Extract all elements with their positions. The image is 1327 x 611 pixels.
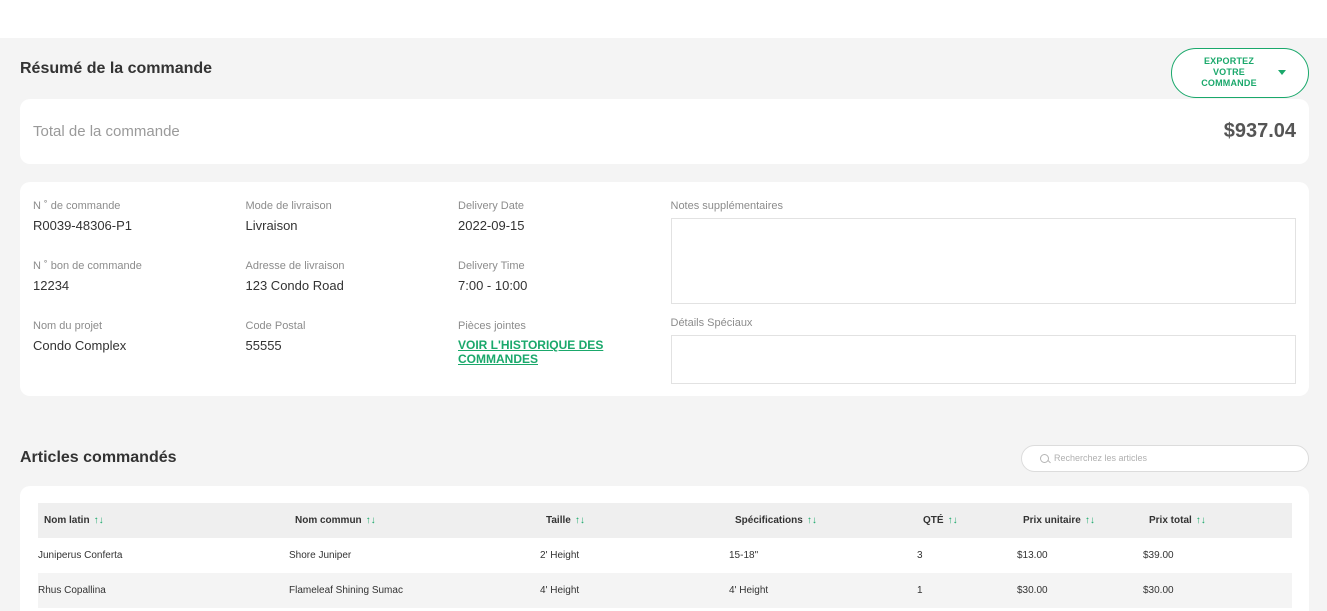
postal-code-field: Code Postal 55555 [246, 320, 459, 380]
sort-icon[interactable]: ↑↓ [366, 515, 376, 526]
sort-icon[interactable]: ↑↓ [1085, 515, 1095, 526]
attachments-field: Pièces jointes VOIR L'HISTORIQUE DES COM… [458, 320, 671, 380]
column-header-total-price[interactable]: Prix total ↑↓ [1143, 503, 1292, 538]
column-header-label: Nom commun [295, 515, 362, 526]
column-header-label: Spécifications [735, 515, 803, 526]
order-number-field: N ˚ de commande R0039-48306-P1 [33, 200, 246, 260]
details-column-1: N ˚ de commande R0039-48306-P1 N ˚ bon d… [33, 200, 246, 378]
cell-latin-name: Juniperus Conferta [38, 550, 123, 561]
sort-icon[interactable]: ↑↓ [575, 515, 585, 526]
delivery-time-value: 7:00 - 10:00 [458, 278, 528, 293]
cell-quantity: 1 [917, 585, 923, 596]
project-name-field: Nom du projet Condo Complex [33, 320, 246, 380]
additional-notes-label: Notes supplémentaires [670, 200, 784, 212]
cell-unit-price: $13.00 [1017, 550, 1048, 561]
order-total-card: Total de la commande $937.04 [20, 99, 1309, 164]
cell-total-price: $39.00 [1143, 550, 1174, 561]
column-header-unit-price[interactable]: Prix unitaire ↑↓ [1017, 503, 1143, 538]
order-summary-page: Résumé de la commande EXPORTEZ VOTRE COM… [0, 38, 1327, 611]
notes-column: Notes supplémentaires Détails Spéciaux [670, 200, 1296, 384]
summary-header: Résumé de la commande EXPORTEZ VOTRE COM… [20, 38, 1309, 99]
cell-specifications: 15-18" [729, 550, 759, 561]
sort-icon[interactable]: ↑↓ [807, 515, 817, 526]
column-header-common-name[interactable]: Nom commun ↑↓ [289, 503, 540, 538]
cell-common-name: Flameleaf Shining Sumac [289, 585, 403, 596]
column-header-label: Prix unitaire [1023, 515, 1081, 526]
order-total-label: Total de la commande [33, 123, 180, 140]
export-order-label: EXPORTEZ VOTRE COMMANDE [1201, 56, 1257, 88]
project-name-label: Nom du projet [33, 320, 103, 332]
delivery-date-field: Delivery Date 2022-09-15 [458, 200, 671, 260]
article-search-box[interactable] [1021, 444, 1309, 472]
po-number-label: N ˚ bon de commande [33, 260, 142, 272]
column-header-latin-name[interactable]: Nom latin ↑↓ [38, 503, 289, 538]
article-search-input[interactable] [1054, 453, 1294, 463]
column-header-specifications[interactable]: Spécifications ↑↓ [729, 503, 917, 538]
table-row: Rhus Copallina Flameleaf Shining Sumac 4… [38, 573, 1292, 608]
delivery-mode-field: Mode de livraison Livraison [246, 200, 459, 260]
delivery-time-field: Delivery Time 7:00 - 10:00 [458, 260, 671, 320]
column-header-size[interactable]: Taille ↑↓ [540, 503, 729, 538]
project-name-value: Condo Complex [33, 338, 127, 353]
cell-total-price: $30.00 [1143, 585, 1174, 596]
cell-common-name: Shore Juniper [289, 550, 352, 561]
order-history-link[interactable]: VOIR L'HISTORIQUE DES COMMANDES [458, 338, 628, 366]
special-details-box[interactable] [670, 335, 1296, 384]
delivery-address-value: 123 Condo Road [245, 278, 344, 293]
delivery-mode-value: Livraison [245, 218, 298, 233]
column-header-label: Taille [546, 515, 571, 526]
search-icon [1040, 453, 1049, 463]
attachments-label: Pièces jointes [458, 320, 526, 332]
details-column-2: Mode de livraison Livraison Adresse de l… [246, 200, 459, 378]
top-strip [0, 0, 1327, 38]
delivery-address-label: Adresse de livraison [245, 260, 345, 272]
chevron-down-icon [1278, 70, 1286, 75]
articles-title: Articles commandés [20, 449, 177, 466]
special-details-label: Détails Spéciaux [670, 317, 753, 329]
table-row: Juniperus Conferta Shore Juniper 2' Heig… [38, 538, 1292, 573]
po-number-field: N ˚ bon de commande 12234 [33, 260, 246, 320]
export-order-button[interactable]: EXPORTEZ VOTRE COMMANDE [1171, 47, 1309, 98]
cell-latin-name: Rhus Copallina [38, 585, 106, 596]
column-header-label: Nom latin [44, 515, 90, 526]
column-header-quantity[interactable]: QTÉ ↑↓ [917, 503, 1017, 538]
order-number-label: N ˚ de commande [33, 200, 121, 212]
po-number-value: 12234 [33, 278, 70, 293]
cell-quantity: 3 [917, 550, 923, 561]
order-details-card: N ˚ de commande R0039-48306-P1 N ˚ bon d… [20, 182, 1309, 396]
details-column-3: Delivery Date 2022-09-15 Delivery Time 7… [458, 200, 671, 378]
sort-icon[interactable]: ↑↓ [1196, 515, 1206, 526]
articles-card: Nom latin ↑↓ Nom commun ↑↓ Taille ↑↓ Spécif… [20, 486, 1309, 611]
articles-table: Nom latin ↑↓ Nom commun ↑↓ Taille ↑↓ Spécif… [38, 503, 1292, 608]
postal-code-value: 55555 [245, 338, 282, 353]
delivery-mode-label: Mode de livraison [245, 200, 332, 212]
articles-header: Articles commandés [20, 444, 1309, 472]
delivery-address-field: Adresse de livraison 123 Condo Road [246, 260, 459, 320]
order-total-value: $937.04 [1223, 120, 1296, 142]
table-header-row: Nom latin ↑↓ Nom commun ↑↓ Taille ↑↓ Spécif… [38, 503, 1292, 538]
sort-icon[interactable]: ↑↓ [94, 515, 104, 526]
delivery-date-label: Delivery Date [458, 200, 525, 212]
summary-title: Résumé de la commande [20, 59, 213, 77]
column-header-label: Prix total [1149, 515, 1192, 526]
order-number-value: R0039-48306-P1 [33, 218, 133, 233]
delivery-date-value: 2022-09-15 [458, 218, 525, 233]
column-header-label: QTÉ [923, 515, 944, 526]
sort-icon[interactable]: ↑↓ [948, 515, 958, 526]
delivery-time-label: Delivery Time [458, 260, 525, 272]
cell-unit-price: $30.00 [1017, 585, 1048, 596]
cell-size: 4' Height [540, 585, 580, 596]
cell-specifications: 4' Height [729, 585, 769, 596]
postal-code-label: Code Postal [245, 320, 306, 332]
cell-size: 2' Height [540, 550, 580, 561]
additional-notes-box[interactable] [670, 218, 1296, 304]
